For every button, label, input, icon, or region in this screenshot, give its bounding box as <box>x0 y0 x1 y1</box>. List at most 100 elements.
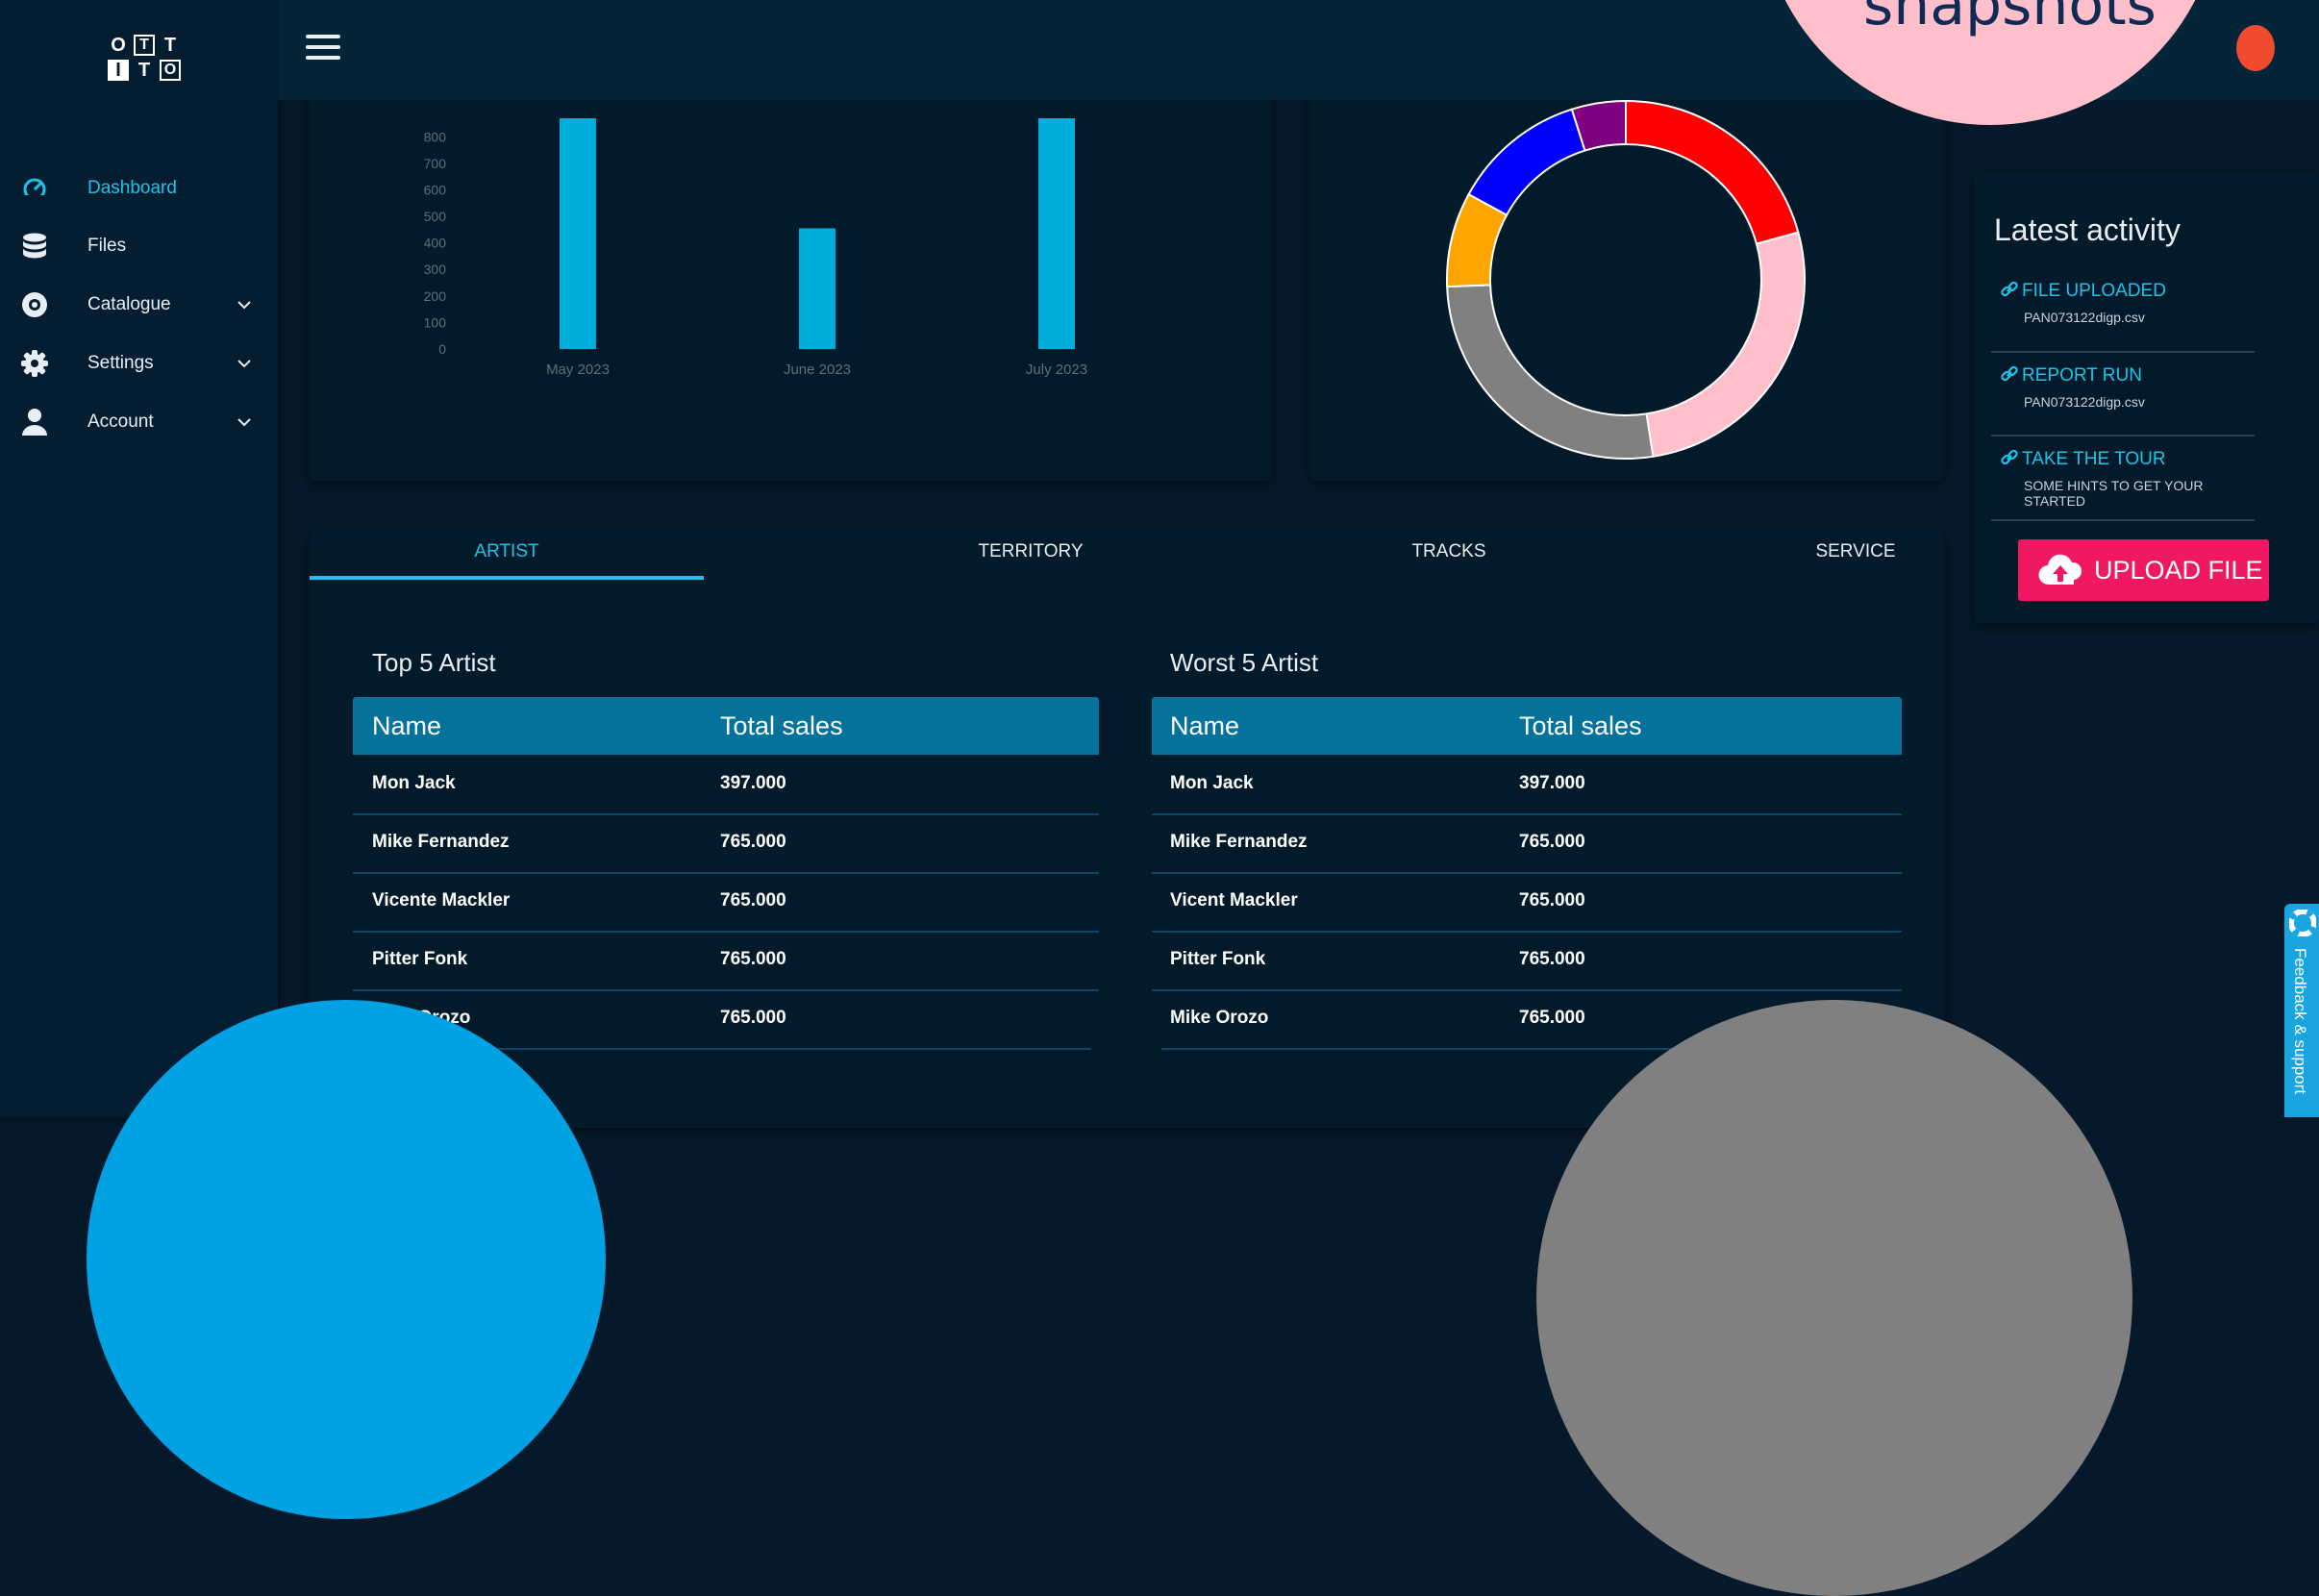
speedometer-icon <box>21 175 48 202</box>
logo-letter: O <box>111 35 126 56</box>
y-tick-label: 300 <box>424 262 447 277</box>
table-header: Name Total sales <box>1152 697 1902 755</box>
tab-bar: ARTIST TERRITORY TRACKS SERVICE <box>310 532 1944 580</box>
bar[interactable] <box>560 118 596 349</box>
bar[interactable] <box>799 228 835 349</box>
y-tick-label: 100 <box>424 314 447 330</box>
table-row[interactable]: Vicente Mackler 765.000 <box>353 872 1099 933</box>
artist-sales: 765.000 <box>720 1008 786 1028</box>
logo-letter: T <box>137 60 151 81</box>
donut-slice[interactable] <box>1467 108 1586 216</box>
tab-territory[interactable]: TERRITORY <box>834 532 1228 576</box>
donut-slice[interactable] <box>1645 231 1806 458</box>
activity-title: Latest activity <box>1994 212 2181 247</box>
y-tick-label: 800 <box>424 129 447 144</box>
notification-badge[interactable] <box>2236 25 2275 71</box>
worst-artist-title: Worst 5 Artist <box>1170 648 1319 677</box>
user-icon <box>21 409 48 436</box>
artist-name: Mike Orozo <box>1170 1008 1269 1028</box>
chevron-down-icon <box>237 360 251 368</box>
artist-name: Vicent Mackler <box>1170 890 1298 910</box>
table-row[interactable]: Pitter Fonk 765.000 <box>1152 931 1902 991</box>
activity-item: TAKE THE TOUR SOME HINTS TO GET YOUR STA… <box>2001 449 2251 509</box>
decorative-gray-circle <box>1536 1000 2132 1596</box>
activity-label: REPORT RUN <box>2022 365 2142 386</box>
sidebar: O T T I T O Dashboard Files Catalogue Se… <box>0 0 278 1117</box>
table-row[interactable]: Pitter Fonk 765.000 <box>353 931 1099 991</box>
sidebar-item-account[interactable]: Account <box>0 395 278 449</box>
link-icon <box>2001 281 2018 297</box>
overlay-caption: snapshots <box>1863 0 2157 38</box>
artist-sales: 765.000 <box>720 890 786 910</box>
cloud-upload-icon <box>2038 554 2082 586</box>
y-tick-label: 700 <box>424 156 447 171</box>
feedback-label: Feedback & support <box>2291 948 2309 1095</box>
artist-name: Mike Fernandez <box>1170 832 1308 852</box>
logo-letter: O <box>160 60 181 81</box>
activity-item: REPORT RUN PAN073122digp.csv <box>2001 365 2251 410</box>
sidebar-item-dashboard[interactable]: Dashboard <box>0 162 278 215</box>
artist-name: Mon Jack <box>1170 773 1254 793</box>
app-logo: O T T I T O <box>108 35 181 85</box>
artist-name: Pitter Fonk <box>372 949 468 969</box>
artist-sales: 397.000 <box>1519 773 1585 793</box>
sales-chart-card: 0 100 200 300 400 500 600 700 800 May 2023 June 20… <box>310 58 1272 481</box>
table-row[interactable]: Vicent Mackler 765.000 <box>1152 872 1902 933</box>
table-row[interactable]: Mike Fernandez 765.000 <box>1152 813 1902 874</box>
x-tick-label: June 2023 <box>784 362 851 378</box>
artist-sales: 765.000 <box>1519 832 1585 852</box>
logo-letter: T <box>134 35 155 56</box>
y-tick-label: 500 <box>424 209 447 224</box>
column-header-name: Name <box>372 711 442 740</box>
distribution-chart-card <box>1310 58 1943 481</box>
divider <box>1991 435 2255 436</box>
column-header-total-sales: Total sales <box>720 711 843 740</box>
feedback-tab[interactable]: Feedback & support <box>2284 904 2319 1117</box>
donut-slice[interactable] <box>1446 284 1655 460</box>
divider <box>1991 351 2255 353</box>
bar[interactable] <box>1038 118 1075 349</box>
activity-label: FILE UPLOADED <box>2022 281 2166 301</box>
artist-name: Pitter Fonk <box>1170 949 1266 969</box>
disc-icon <box>21 291 48 318</box>
activity-detail: SOME HINTS TO GET YOUR STARTED <box>2024 478 2204 509</box>
sidebar-item-label: Account <box>87 411 154 432</box>
tab-artist[interactable]: ARTIST <box>310 532 704 580</box>
sidebar-item-label: Dashboard <box>87 178 177 198</box>
table-row[interactable]: Mon Jack 397.000 <box>1152 755 1902 815</box>
artist-sales: 765.000 <box>1519 1008 1585 1028</box>
gear-icon <box>21 350 48 377</box>
activity-label: TAKE THE TOUR <box>2022 449 2166 469</box>
column-header-total-sales: Total sales <box>1519 711 1642 740</box>
sidebar-item-files[interactable]: Files <box>0 219 278 273</box>
y-tick-label: 0 <box>438 341 446 357</box>
column-header-name: Name <box>1170 711 1240 740</box>
artist-name: Mike Fernandez <box>372 832 510 852</box>
tab-tracks[interactable]: TRACKS <box>1252 532 1646 576</box>
artist-sales: 397.000 <box>720 773 786 793</box>
activity-link[interactable]: TAKE THE TOUR <box>2001 449 2251 470</box>
menu-icon[interactable] <box>306 35 340 62</box>
artist-sales: 765.000 <box>720 949 786 969</box>
upload-file-button[interactable]: UPLOAD FILE <box>2018 539 2269 601</box>
sidebar-item-catalogue[interactable]: Catalogue <box>0 278 278 332</box>
activity-detail: PAN073122digp.csv <box>2024 394 2145 410</box>
x-tick-label: July 2023 <box>1026 362 1087 378</box>
decorative-blue-circle <box>87 1000 606 1519</box>
table-row[interactable]: Mon Jack 397.000 <box>353 755 1099 815</box>
x-tick-label: May 2023 <box>546 362 610 378</box>
sidebar-item-settings[interactable]: Settings <box>0 337 278 390</box>
chevron-down-icon <box>237 418 251 427</box>
y-tick-label: 200 <box>424 288 447 304</box>
sidebar-item-label: Catalogue <box>87 294 171 314</box>
table-row[interactable]: Mike Fernandez 765.000 <box>353 813 1099 874</box>
donut-slice[interactable] <box>1625 99 1800 245</box>
activity-detail: PAN073122digp.csv <box>2024 310 2145 325</box>
activity-link[interactable]: FILE UPLOADED <box>2001 281 2251 302</box>
activity-link[interactable]: REPORT RUN <box>2001 365 2251 387</box>
divider <box>1991 519 2255 521</box>
logo-letter: I <box>108 60 129 81</box>
top-artist-title: Top 5 Artist <box>372 648 496 677</box>
sidebar-item-label: Files <box>87 236 127 256</box>
table-header: Name Total sales <box>353 697 1099 755</box>
